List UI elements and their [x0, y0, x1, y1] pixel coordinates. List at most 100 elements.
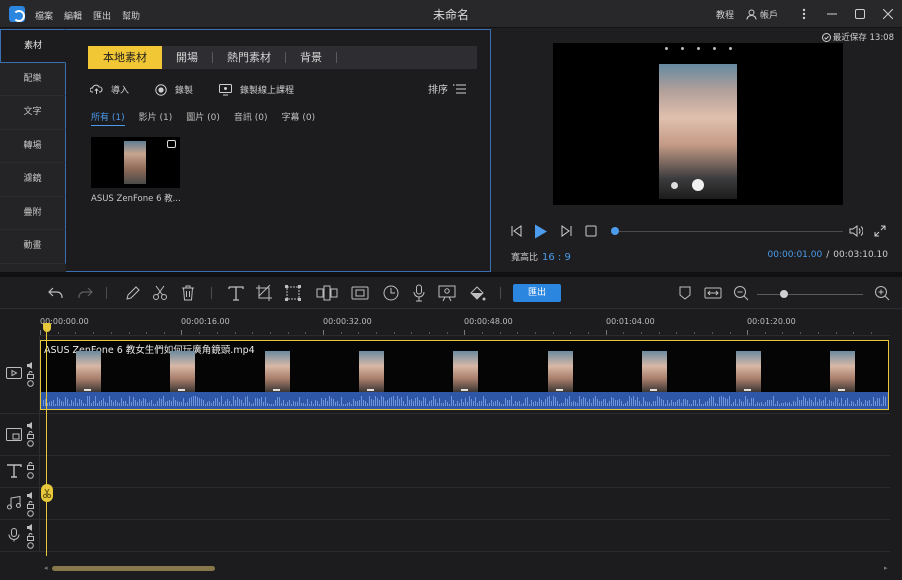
delete-icon[interactable]: [179, 284, 197, 302]
waveform-bar: [227, 399, 228, 406]
filter-subtitle[interactable]: 字幕 (0): [282, 110, 316, 126]
tab-local-media[interactable]: 本地素材: [88, 46, 162, 69]
speaker-icon[interactable]: [27, 362, 35, 369]
resize-frame-icon[interactable]: [284, 284, 302, 302]
video-clip[interactable]: ASUS ZenFone 6 教女生們如何玩廣角鏡頭.mp4: [40, 340, 889, 410]
voiceover-track[interactable]: [40, 520, 890, 552]
aspect-ratio-selector[interactable]: 寬高比 16 : 9: [511, 250, 571, 263]
next-frame-icon[interactable]: [560, 225, 573, 237]
mosaic-icon[interactable]: [316, 284, 338, 302]
waveform-bar: [439, 398, 440, 406]
sidebar-tab-filters[interactable]: 濾鏡: [0, 163, 66, 197]
visibility-icon[interactable]: [27, 380, 34, 387]
undo-icon[interactable]: [47, 284, 65, 302]
color-fill-icon[interactable]: [468, 284, 486, 302]
volume-icon[interactable]: [849, 225, 863, 237]
visibility-icon[interactable]: [27, 542, 34, 549]
marker-icon[interactable]: [676, 284, 694, 302]
sort-button[interactable]: 排序: [428, 81, 466, 96]
record-button[interactable]: 錄製: [155, 83, 193, 96]
menu-help[interactable]: 幫助: [122, 9, 140, 22]
lock-icon[interactable]: [27, 462, 34, 470]
zoom-in-icon[interactable]: [873, 284, 891, 302]
fit-timeline-icon[interactable]: [704, 284, 722, 302]
video-preview[interactable]: [553, 43, 843, 205]
waveform-bar: [553, 396, 554, 406]
music-track[interactable]: [40, 488, 890, 520]
playback-progress-knob[interactable]: [611, 227, 620, 235]
lock-icon[interactable]: [27, 533, 34, 541]
scissors-icon[interactable]: [151, 284, 169, 302]
tab-background[interactable]: 背景: [286, 46, 336, 69]
timeline-horizontal-scrollbar[interactable]: [52, 566, 215, 571]
tutorial-link[interactable]: 教程: [716, 8, 734, 21]
sidebar-tab-text[interactable]: 文字: [0, 96, 66, 130]
sidebar-tab-overlays[interactable]: 疊附: [0, 196, 66, 230]
text-track[interactable]: [40, 456, 890, 488]
visibility-icon[interactable]: [27, 472, 34, 479]
visibility-icon[interactable]: [27, 510, 34, 517]
zoom-out-icon[interactable]: [732, 284, 750, 302]
speaker-icon[interactable]: [27, 422, 35, 429]
record-course-button[interactable]: 錄製線上課程: [219, 83, 294, 96]
waveform-bar: [207, 402, 208, 406]
overlay-track[interactable]: [40, 414, 890, 456]
freeze-frame-icon[interactable]: [351, 284, 369, 302]
menu-file[interactable]: 檔案: [35, 9, 53, 22]
sort-label: 排序: [428, 85, 448, 96]
redo-icon[interactable]: [76, 284, 94, 302]
tab-popular[interactable]: 熱門素材: [213, 46, 285, 69]
lock-icon[interactable]: [27, 501, 34, 509]
waveform-bar: [663, 400, 664, 406]
speaker-icon[interactable]: [27, 524, 35, 531]
account-button[interactable]: 帳戶: [746, 8, 778, 21]
lock-icon[interactable]: [27, 371, 34, 379]
duration-clock-icon[interactable]: [382, 284, 400, 302]
crop-icon[interactable]: [255, 284, 273, 302]
waveform-bar: [475, 397, 476, 406]
fullscreen-icon[interactable]: [874, 225, 886, 237]
sidebar-tab-media[interactable]: 素材: [0, 29, 66, 63]
previous-frame-icon[interactable]: [510, 225, 523, 237]
import-button[interactable]: 導入: [90, 83, 129, 96]
waveform-bar: [713, 397, 714, 406]
microphone-icon[interactable]: [410, 284, 428, 302]
menu-edit[interactable]: 編輯: [64, 9, 82, 22]
playback-progress-bar[interactable]: [613, 231, 843, 232]
waveform-bar: [777, 401, 778, 406]
filter-all[interactable]: 所有 (1): [91, 110, 125, 126]
text-icon[interactable]: [227, 284, 245, 302]
playhead-handle[interactable]: [43, 323, 51, 332]
maximize-button[interactable]: [846, 0, 874, 28]
more-menu-button[interactable]: [790, 0, 818, 28]
speaker-icon[interactable]: [27, 492, 35, 499]
media-item[interactable]: ASUS ZenFone 6 教...: [91, 137, 181, 204]
text-track-icon: [7, 464, 22, 478]
lock-icon[interactable]: [27, 431, 34, 439]
split-handle[interactable]: [41, 484, 53, 502]
music-track-header: [0, 488, 40, 520]
filter-video[interactable]: 影片 (1): [139, 110, 173, 126]
edit-pencil-icon[interactable]: [124, 284, 142, 302]
menu-export[interactable]: 匯出: [93, 9, 111, 22]
close-button[interactable]: [874, 0, 902, 28]
filter-image[interactable]: 圖片 (0): [186, 110, 220, 126]
zoom-slider-track[interactable]: [757, 294, 863, 295]
visibility-icon[interactable]: [27, 440, 34, 447]
sidebar-tab-transitions[interactable]: 轉場: [0, 129, 66, 163]
sidebar-tab-animation[interactable]: 動畫: [0, 230, 66, 264]
tab-intro[interactable]: 開場: [162, 46, 212, 69]
minimize-button[interactable]: [818, 0, 846, 28]
play-icon[interactable]: [534, 224, 548, 239]
filter-audio[interactable]: 音訊 (0): [234, 110, 268, 126]
sidebar-tab-music[interactable]: 配樂: [0, 62, 66, 96]
time-ruler[interactable]: 00:00:00.00 00:00:16.00 00:00:32.00 00:0…: [40, 310, 890, 336]
webcam-record-icon[interactable]: [438, 284, 456, 302]
playhead-line[interactable]: [46, 324, 47, 556]
scroll-left-icon[interactable]: ◂: [44, 564, 48, 572]
scroll-right-icon[interactable]: ▸: [884, 564, 888, 572]
waveform-bar: [817, 402, 818, 406]
stop-icon[interactable]: [585, 225, 597, 237]
export-button[interactable]: 匯出: [513, 284, 561, 302]
zoom-slider-knob[interactable]: [779, 290, 788, 298]
